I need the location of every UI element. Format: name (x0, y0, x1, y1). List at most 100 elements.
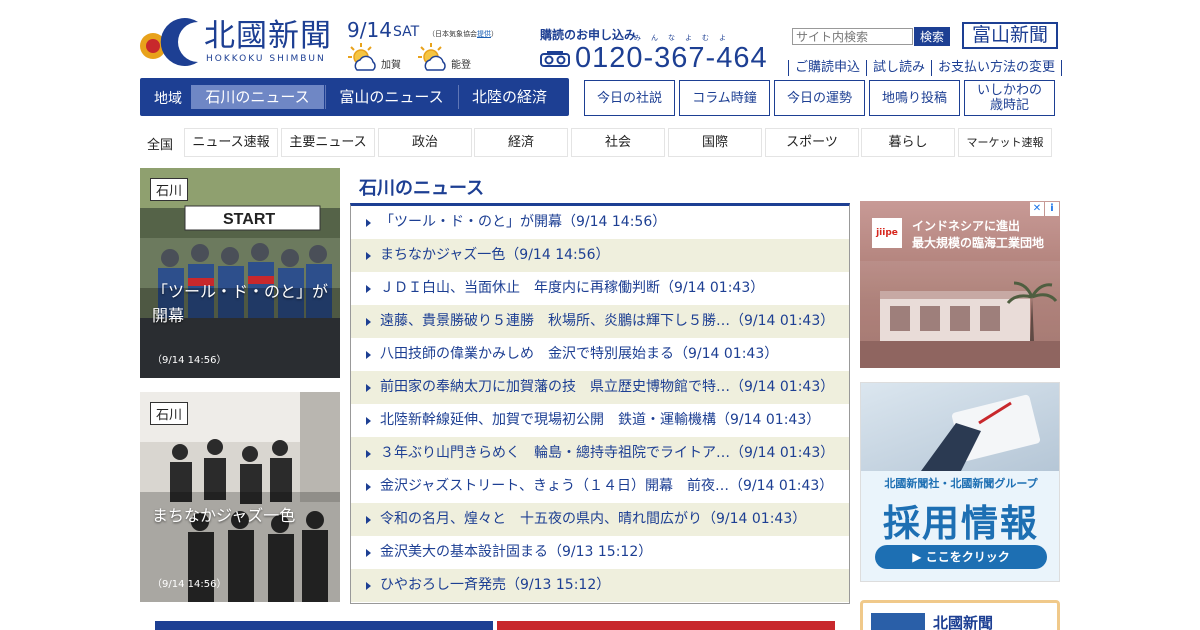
site-logo[interactable]: 北國新聞 HOKKOKU SHIMBUN (140, 16, 340, 66)
news-item[interactable]: 金沢ジャズストリート、きょう（１４日）開幕 前夜…（9/14 01:43） (351, 470, 849, 503)
free-dial-icon (540, 51, 570, 67)
weather-credit: （日本気象協会提供） (428, 29, 498, 39)
divider (866, 59, 868, 76)
category-economy[interactable]: 経済 (474, 128, 568, 157)
recruitment-click-button[interactable]: ▶ ここをクリック (875, 545, 1047, 569)
hokkoku-shimbun-promo[interactable]: 北國新聞 (860, 600, 1060, 630)
news-item[interactable]: 令和の名月、煌々と 十五夜の県内、晴れ間広がり（9/14 01:43） (351, 503, 849, 536)
fortune-button[interactable]: 今日の運勢 (774, 80, 865, 116)
util-link-subscribe[interactable]: ご購読申込 (795, 60, 860, 75)
news-item-title: 八田技師の偉業かみしめ 金沢で特別展始まる（9/14 01:43） (380, 346, 779, 362)
bottom-banner-blue[interactable] (155, 621, 493, 630)
news-item[interactable]: ひやおろし一斉発売（9/13 15:12） (351, 569, 849, 602)
triangle-bullet-icon (366, 318, 371, 326)
current-date: 9/14 (347, 18, 392, 42)
triangle-bullet-icon (366, 384, 371, 392)
tab-ishikawa-news[interactable]: 石川のニュース (191, 85, 324, 109)
news-item[interactable]: 前田家の奉納太刀に加賀藩の技 県立歴史博物館で特…（9/14 01:43） (351, 371, 849, 404)
photo-card-caption: 「ツール・ド・のと」が開幕 (152, 282, 329, 325)
category-society[interactable]: 社会 (571, 128, 665, 157)
weather-noto[interactable]: 能登 (417, 42, 487, 74)
sun-cloud-icon (348, 43, 376, 71)
triangle-bullet-icon (366, 516, 371, 524)
weather-credit-link[interactable]: 提供 (477, 30, 491, 38)
util-link-trial[interactable]: 試し読み (873, 60, 925, 75)
search-button[interactable]: 検索 (914, 27, 950, 46)
triangle-bullet-icon (366, 450, 371, 458)
seasonal-calendar-button[interactable]: いしかわの 歳時記 (964, 80, 1055, 116)
site-search-input[interactable] (792, 28, 913, 45)
weather-place-label: 加賀 (381, 60, 401, 71)
news-item-title: 「ツール・ド・のと」が開幕（9/14 14:56） (380, 214, 667, 230)
divider (788, 59, 789, 76)
recruitment-photo (861, 383, 1059, 471)
news-item[interactable]: まちなかジャズ一色（9/14 14:56） (351, 239, 849, 272)
ad-headline: インドネシアに進出 (912, 219, 1021, 233)
util-link-payment[interactable]: お支払い方法の変更 (938, 60, 1055, 75)
photo-card-caption: まちなかジャズ一色 (152, 506, 296, 525)
news-item[interactable]: ３年ぶり山門きらめく 輪島・總持寺祖院でライトア…（9/14 01:43） (351, 437, 849, 470)
ad-info-icon[interactable]: i (1045, 202, 1059, 216)
tab-hokuriku-economy[interactable]: 北陸の経済 (458, 85, 560, 109)
category-major-news[interactable]: 主要ニュース (281, 128, 375, 157)
category-living[interactable]: 暮らし (861, 128, 955, 157)
photo-card-jazz[interactable]: 石川 まちなかジャズ一色 （9/14 14:56） (140, 392, 340, 602)
ad-subheadline: 最大規模の臨海工業団地 (912, 236, 1045, 250)
news-item[interactable]: 八田技師の偉業かみしめ 金沢で特別展始まる（9/14 01:43） (351, 338, 849, 371)
news-item[interactable]: 金沢美大の基本設計固まる（9/13 15:12） (351, 536, 849, 569)
logo-name-ja: 北國新聞 (204, 18, 332, 54)
recruitment-company: 北國新聞社・北國新聞グループ (884, 477, 1038, 490)
ad-close-icon[interactable]: ✕ (1030, 202, 1044, 216)
news-item-title: ＪＤＩ白山、当面休止 年度内に再稼働判断（9/14 01:43） (380, 280, 765, 296)
category-breaking-news[interactable]: ニュース速報 (184, 128, 278, 157)
news-item-title: ３年ぶり山門きらめく 輪島・總持寺祖院でライトア…（9/14 01:43） (380, 445, 835, 461)
category-market-news[interactable]: マーケット速報 (958, 128, 1052, 157)
news-item-title: まちなかジャズ一色（9/14 14:56） (380, 247, 610, 263)
photo-card-time: （9/14 14:56） (152, 579, 227, 590)
category-politics[interactable]: 政治 (378, 128, 472, 157)
reader-post-button[interactable]: 地鳴り投稿 (869, 80, 960, 116)
weather-kaga[interactable]: 加賀 (347, 42, 417, 74)
region-tag: 石川 (150, 178, 189, 201)
current-day: SAT (393, 24, 420, 40)
ad-jiipe-banner[interactable]: i ✕ jiipe インドネシアに進出 最大規模の臨海工業団地 (860, 201, 1060, 368)
triangle-bullet-icon (366, 582, 371, 590)
toyama-shimbun-button[interactable]: 富山新聞 (962, 22, 1058, 49)
promo-title: 北國新聞 (933, 614, 994, 630)
triangle-bullet-icon (366, 219, 371, 227)
editorial-button[interactable]: 今日の社説 (584, 80, 675, 116)
news-item-title: 金沢ジャズストリート、きょう（１４日）開幕 前夜…（9/14 01:43） (380, 478, 834, 494)
tab-toyama-news[interactable]: 富山のニュース (325, 85, 457, 109)
region-nav: 地域 石川のニュース 富山のニュース 北陸の経済 (140, 78, 569, 116)
region-label: 地域 (154, 91, 182, 107)
logo-mark-icon (140, 18, 198, 66)
triangle-bullet-icon (366, 351, 371, 359)
news-item[interactable]: 遠藤、貴景勝破り５連勝 秋場所、炎鵬は輝下し５勝…（9/14 01:43） (351, 305, 849, 338)
news-item[interactable]: 「ツール・ド・のと」が開幕（9/14 14:56） (351, 206, 849, 239)
news-item-title: ひやおろし一斉発売（9/13 15:12） (380, 577, 611, 593)
start-banner-text: START (223, 211, 275, 228)
news-list: 「ツール・ド・のと」が開幕（9/14 14:56） まちなかジャズ一色（9/14… (350, 203, 850, 604)
weather-place-label: 能登 (451, 60, 471, 71)
hand-with-pen-illustration (921, 394, 1041, 471)
jiipe-logo: jiipe (872, 218, 902, 248)
category-sports[interactable]: スポーツ (765, 128, 859, 157)
newspaper-thumbnail (871, 613, 925, 630)
news-section-heading: 石川のニュース (359, 178, 485, 199)
category-national-label[interactable]: 全国 (147, 134, 173, 153)
news-item[interactable]: 北陸新幹線延伸、加賀で現場初公開 鉄道・運輸機構（9/14 01:43） (351, 404, 849, 437)
divider (1061, 59, 1063, 76)
news-item[interactable]: ＪＤＩ白山、当面休止 年度内に再稼働判断（9/14 01:43） (351, 272, 849, 305)
column-jisho-button[interactable]: コラム時鐘 (679, 80, 770, 116)
triangle-bullet-icon (366, 483, 371, 491)
triangle-bullet-icon (366, 285, 371, 293)
triangle-bullet-icon (366, 417, 371, 425)
news-item-title: 北陸新幹線延伸、加賀で現場初公開 鉄道・運輸機構（9/14 01:43） (380, 412, 821, 428)
subscription-phone-number[interactable]: 0120-367-464 (575, 42, 768, 75)
news-item-title: 前田家の奉納太刀に加賀藩の技 県立歴史博物館で特…（9/14 01:43） (380, 379, 835, 395)
ad-recruitment-banner[interactable]: 北國新聞社・北國新聞グループ 採用情報 ▶ ここをクリック (860, 382, 1060, 582)
bottom-banner-red[interactable] (497, 621, 835, 630)
category-international[interactable]: 国際 (668, 128, 762, 157)
photo-card-tour-de-noto[interactable]: START 石川 「ツール・ド・のと」が開幕 （9/14 14:56） (140, 168, 340, 378)
utility-links: ご購読申込 試し読み お支払い方法の変更 (782, 56, 1068, 76)
